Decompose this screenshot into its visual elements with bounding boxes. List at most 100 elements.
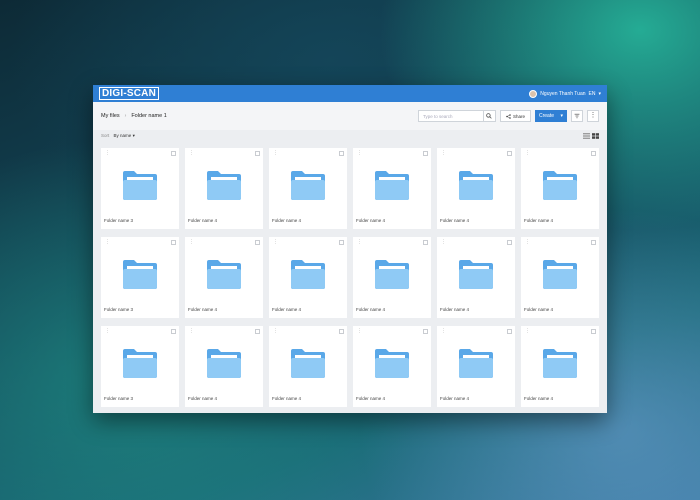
- select-checkbox[interactable]: [507, 240, 512, 245]
- share-button[interactable]: Share: [499, 110, 531, 122]
- select-checkbox[interactable]: [423, 240, 428, 245]
- more-vertical-icon[interactable]: ⋮: [273, 329, 278, 334]
- logo[interactable]: DIGI-SCAN: [99, 87, 160, 100]
- folder-card[interactable]: ⋮ Folder name 4: [353, 237, 431, 318]
- more-vertical-icon[interactable]: ⋮: [105, 329, 110, 334]
- folder-card[interactable]: ⋮ Folder name 4: [353, 326, 431, 407]
- select-checkbox[interactable]: [423, 329, 428, 334]
- select-checkbox[interactable]: [171, 151, 176, 156]
- select-checkbox[interactable]: [339, 329, 344, 334]
- folder-icon: [123, 260, 157, 289]
- user-menu[interactable]: Nguyen Thanh Tuan EN ▾: [529, 89, 601, 98]
- more-vertical-icon[interactable]: ⋮: [441, 151, 446, 156]
- search-button[interactable]: [483, 110, 496, 122]
- chevron-right-icon: ›: [124, 113, 127, 119]
- search-placeholder: Type to search: [422, 113, 453, 119]
- more-vertical-icon[interactable]: ⋮: [189, 329, 194, 334]
- view-toggle: [583, 133, 599, 139]
- folder-card[interactable]: ⋮ Folder name 3: [101, 326, 179, 407]
- more-vertical-icon: ⋮: [589, 112, 597, 119]
- folder-name: Folder name 3: [104, 396, 134, 401]
- folder-name: Folder name 4: [524, 218, 554, 223]
- chevron-down-icon[interactable]: ▾: [598, 91, 601, 97]
- folder-name: Folder name 4: [524, 396, 554, 401]
- folder-icon: [291, 171, 325, 200]
- folder-icon: [123, 171, 157, 200]
- more-options-button[interactable]: ⋮: [587, 110, 599, 122]
- folder-name: Folder name 4: [188, 307, 218, 312]
- select-checkbox[interactable]: [339, 240, 344, 245]
- folder-icon: [375, 260, 409, 289]
- share-label: Share: [512, 113, 525, 119]
- select-checkbox[interactable]: [171, 240, 176, 245]
- more-vertical-icon[interactable]: ⋮: [525, 240, 530, 245]
- folder-card[interactable]: ⋮ Folder name 4: [269, 237, 347, 318]
- folder-card[interactable]: ⋮ Folder name 4: [185, 237, 263, 318]
- more-vertical-icon[interactable]: ⋮: [441, 240, 446, 245]
- select-checkbox[interactable]: [255, 329, 260, 334]
- folder-card[interactable]: ⋮ Folder name 4: [521, 148, 599, 229]
- select-checkbox[interactable]: [339, 151, 344, 156]
- breadcrumb-root[interactable]: My files: [101, 113, 120, 119]
- select-checkbox[interactable]: [255, 240, 260, 245]
- folder-icon: [543, 349, 577, 378]
- app-window: DIGI-SCAN Nguyen Thanh Tuan EN ▾ My file…: [93, 85, 607, 413]
- more-vertical-icon[interactable]: ⋮: [525, 329, 530, 334]
- folder-icon: [543, 260, 577, 289]
- folder-card[interactable]: ⋮ Folder name 4: [437, 148, 515, 229]
- avatar: [529, 89, 538, 98]
- folder-name: Folder name 4: [440, 307, 470, 312]
- select-checkbox[interactable]: [171, 329, 176, 334]
- more-vertical-icon[interactable]: ⋮: [189, 240, 194, 245]
- toolbar: My files › Folder name 1 Type to search …: [93, 102, 607, 130]
- folder-icon: [375, 349, 409, 378]
- select-checkbox[interactable]: [507, 329, 512, 334]
- more-vertical-icon[interactable]: ⋮: [357, 329, 362, 334]
- folder-grid: ⋮ Folder name 3 ⋮ Folder name 4 ⋮ Folder name…: [101, 148, 599, 407]
- folder-card[interactable]: ⋮ Folder name 3: [101, 148, 179, 229]
- folder-card[interactable]: ⋮ Folder name 4: [269, 326, 347, 407]
- folder-name: Folder name 4: [356, 218, 386, 223]
- select-checkbox[interactable]: [591, 151, 596, 156]
- folder-icon: [375, 171, 409, 200]
- search-icon: [486, 113, 493, 119]
- more-vertical-icon[interactable]: ⋮: [189, 151, 194, 156]
- more-vertical-icon[interactable]: ⋮: [357, 151, 362, 156]
- filter-button[interactable]: [571, 110, 583, 122]
- select-checkbox[interactable]: [255, 151, 260, 156]
- folder-card[interactable]: ⋮ Folder name 4: [437, 326, 515, 407]
- more-vertical-icon[interactable]: ⋮: [273, 240, 278, 245]
- folder-card[interactable]: ⋮ Folder name 4: [437, 237, 515, 318]
- more-vertical-icon[interactable]: ⋮: [441, 329, 446, 334]
- more-vertical-icon[interactable]: ⋮: [525, 151, 530, 156]
- more-vertical-icon[interactable]: ⋮: [105, 151, 110, 156]
- select-checkbox[interactable]: [507, 151, 512, 156]
- folder-icon: [291, 349, 325, 378]
- language-label[interactable]: EN: [589, 91, 596, 97]
- folder-card[interactable]: ⋮ Folder name 4: [269, 148, 347, 229]
- grid-view-icon[interactable]: [592, 133, 599, 139]
- folder-card[interactable]: ⋮ Folder name 3: [101, 237, 179, 318]
- folder-icon: [543, 171, 577, 200]
- select-checkbox[interactable]: [591, 329, 596, 334]
- more-vertical-icon[interactable]: ⋮: [357, 240, 362, 245]
- folder-name: Folder name 4: [440, 396, 470, 401]
- create-button[interactable]: Create ▾: [535, 110, 567, 122]
- select-checkbox[interactable]: [591, 240, 596, 245]
- search-input[interactable]: Type to search: [417, 110, 484, 122]
- select-checkbox[interactable]: [423, 151, 428, 156]
- more-vertical-icon[interactable]: ⋮: [105, 240, 110, 245]
- folder-icon: [123, 349, 157, 378]
- filter-icon: [574, 113, 580, 119]
- sort-control[interactable]: Sort By name ▾: [101, 133, 135, 139]
- list-view-icon[interactable]: [583, 133, 590, 139]
- folder-name: Folder name 4: [272, 307, 302, 312]
- folder-card[interactable]: ⋮ Folder name 4: [353, 148, 431, 229]
- folder-card[interactable]: ⋮ Folder name 4: [521, 237, 599, 318]
- folder-card[interactable]: ⋮ Folder name 4: [521, 326, 599, 407]
- breadcrumb: My files › Folder name 1: [101, 113, 167, 119]
- folder-name: Folder name 4: [272, 396, 302, 401]
- folder-card[interactable]: ⋮ Folder name 4: [185, 326, 263, 407]
- more-vertical-icon[interactable]: ⋮: [273, 151, 278, 156]
- folder-card[interactable]: ⋮ Folder name 4: [185, 148, 263, 229]
